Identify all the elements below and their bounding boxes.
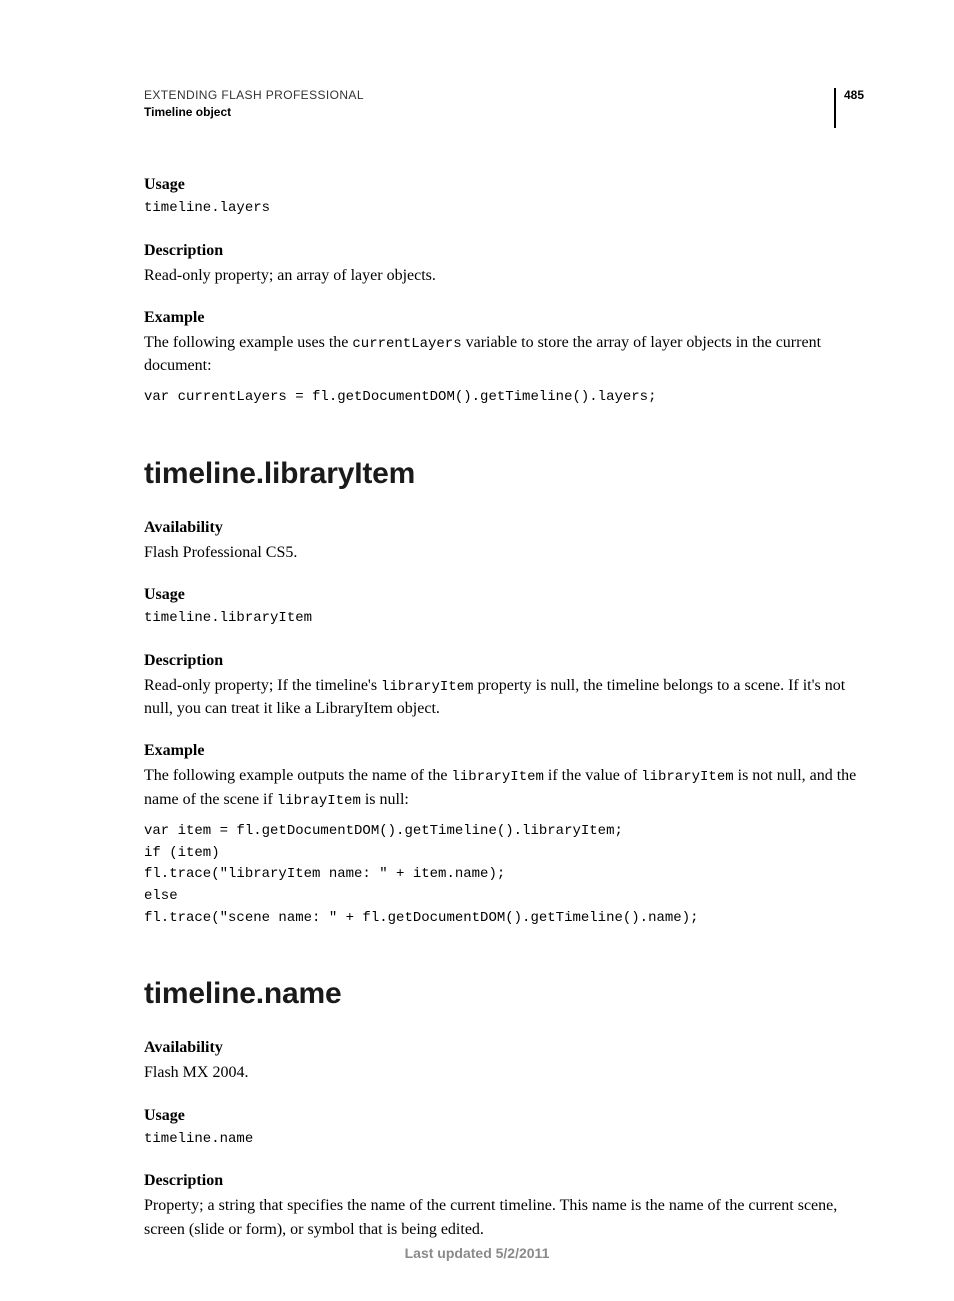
page-number-block: 485: [834, 88, 864, 128]
inline-code-libraryitem: libraryItem: [641, 769, 733, 785]
example-label: Example: [144, 742, 864, 760]
page-header: EXTENDING FLASH PROFESSIONAL Timeline ob…: [144, 88, 864, 128]
section-timeline-layers: Usage timeline.layers Description Read-o…: [144, 176, 864, 409]
description-text: Property; a string that specifies the na…: [144, 1194, 864, 1240]
section-timeline-libraryitem: Availability Flash Professional CS5. Usa…: [144, 519, 864, 929]
availability-text: Flash Professional CS5.: [144, 541, 864, 564]
availability-label: Availability: [144, 1039, 864, 1057]
example-label: Example: [144, 309, 864, 327]
inline-code-libraryitem: libraryItem: [451, 769, 543, 785]
page-number-rule: [834, 88, 836, 128]
heading-libraryitem: timeline.libraryItem: [144, 457, 864, 491]
example-text: The following example outputs the name o…: [144, 764, 864, 811]
description-label: Description: [144, 652, 864, 670]
inline-code-libraryitem: libraryItem: [381, 679, 473, 695]
page-number: 485: [844, 88, 864, 102]
usage-code: timeline.name: [144, 1129, 864, 1151]
ex-p4: is null:: [361, 791, 409, 808]
ex-p2: if the value of: [544, 767, 641, 784]
header-subtitle: Timeline object: [144, 105, 834, 119]
ex-p1: The following example outputs the name o…: [144, 767, 451, 784]
header-title: EXTENDING FLASH PROFESSIONAL: [144, 88, 834, 102]
availability-label: Availability: [144, 519, 864, 537]
inline-code-currentlayers: currentLayers: [352, 336, 461, 352]
header-left: EXTENDING FLASH PROFESSIONAL Timeline ob…: [144, 88, 834, 119]
example-text: The following example uses the currentLa…: [144, 331, 864, 377]
description-label: Description: [144, 1172, 864, 1190]
desc-pre: Read-only property; If the timeline's: [144, 677, 381, 694]
description-label: Description: [144, 242, 864, 260]
availability-text: Flash MX 2004.: [144, 1061, 864, 1084]
example-code-block: var currentLayers = fl.getDocumentDOM().…: [144, 387, 864, 409]
usage-code: timeline.libraryItem: [144, 608, 864, 630]
description-text: Read-only property; an array of layer ob…: [144, 264, 864, 287]
footer-updated: Last updated 5/2/2011: [0, 1245, 954, 1261]
usage-label: Usage: [144, 586, 864, 604]
heading-name: timeline.name: [144, 977, 864, 1011]
usage-label: Usage: [144, 1107, 864, 1125]
section-timeline-name: Availability Flash MX 2004. Usage timeli…: [144, 1039, 864, 1240]
inline-code-librayitem: librayItem: [277, 793, 361, 809]
usage-label: Usage: [144, 176, 864, 194]
example-code-block: var item = fl.getDocumentDOM().getTimeli…: [144, 821, 864, 929]
description-text: Read-only property; If the timeline's li…: [144, 674, 864, 720]
usage-code: timeline.layers: [144, 198, 864, 220]
example-text-pre: The following example uses the: [144, 334, 352, 351]
